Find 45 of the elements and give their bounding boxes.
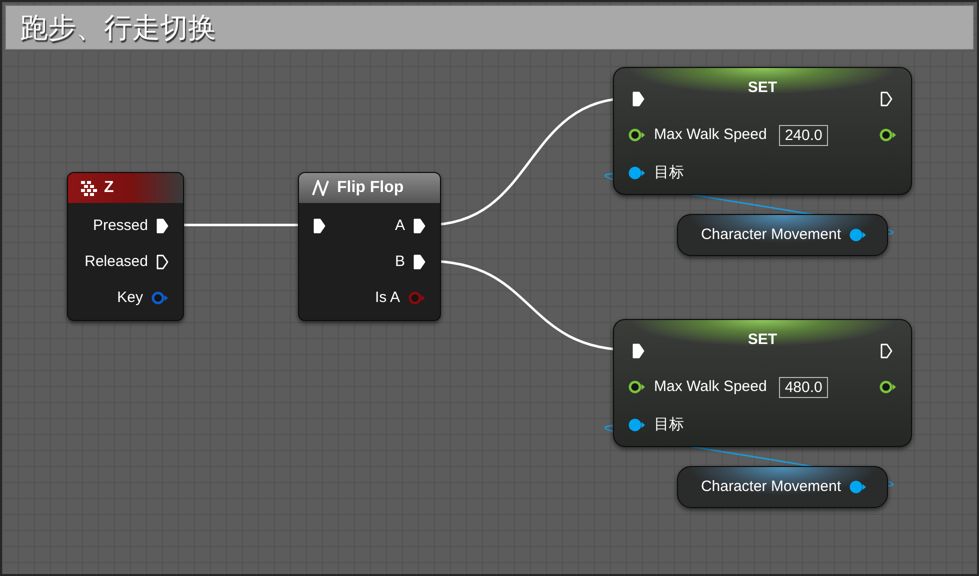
exec-pin-icon[interactable]	[632, 343, 645, 359]
keyboard-key-icon	[80, 180, 98, 196]
data-pin-icon[interactable]	[879, 380, 897, 394]
data-pin-icon[interactable]	[628, 418, 646, 432]
node-title: Flip Flop	[337, 178, 404, 198]
pin-label: Is A	[374, 288, 400, 308]
exec-pin-icon[interactable]	[156, 254, 169, 270]
node-title: SET	[748, 330, 778, 350]
exec-pin-icon[interactable]	[880, 91, 893, 107]
data-pin-icon[interactable]	[628, 128, 646, 142]
exec-pin-icon[interactable]	[313, 218, 326, 234]
node-title: Z	[104, 178, 114, 198]
pin-label: Max Walk Speed	[654, 124, 767, 145]
value-field[interactable]: 480.0	[778, 376, 828, 398]
exec-pin-icon[interactable]	[156, 218, 169, 234]
variable-name: Character Movement	[700, 476, 841, 497]
graph-node[interactable]: SET Max Walk Speed 480.0 目标	[613, 319, 912, 447]
graph-canvas[interactable]: 跑步、行走切换 Z Pressed Released Key Flip Flop A B Is A SET Max Walk Speed 240.0 目标 Character Movement SET Max Walk Speed 480.0 目标 Character Movement	[2, 2, 977, 574]
comment-title: 跑步、行走切换	[20, 10, 216, 44]
data-pin-icon[interactable]	[628, 166, 646, 180]
variable-node[interactable]: Character Movement	[677, 214, 888, 256]
pin-label: Pressed	[92, 216, 148, 236]
zigzag-icon	[311, 180, 331, 196]
pin-label: 目标	[654, 414, 684, 435]
graph-node[interactable]: Flip Flop A B Is A	[298, 172, 441, 321]
exec-pin-icon[interactable]	[413, 254, 426, 270]
variable-name: Character Movement	[700, 224, 841, 245]
pin-label: Max Walk Speed	[654, 376, 767, 397]
exec-pin-icon[interactable]	[880, 343, 893, 359]
graph-node[interactable]: Z Pressed Released Key	[67, 172, 184, 321]
pin-label: B	[394, 252, 405, 272]
exec-pin-icon[interactable]	[632, 91, 645, 107]
data-pin-icon[interactable]	[849, 480, 867, 494]
variable-node[interactable]: Character Movement	[677, 466, 888, 508]
node-title: SET	[748, 78, 778, 98]
data-pin-icon[interactable]	[849, 228, 867, 242]
data-pin-icon[interactable]	[879, 128, 897, 142]
pin-label: Key	[117, 288, 143, 308]
pin-label: 目标	[654, 162, 684, 183]
value-field[interactable]: 240.0	[778, 124, 828, 146]
graph-node[interactable]: SET Max Walk Speed 240.0 目标	[613, 67, 912, 195]
pin-label: A	[394, 216, 405, 236]
exec-pin-icon[interactable]	[413, 218, 426, 234]
pin-label: Released	[84, 252, 148, 272]
data-pin-icon[interactable]	[628, 380, 646, 394]
